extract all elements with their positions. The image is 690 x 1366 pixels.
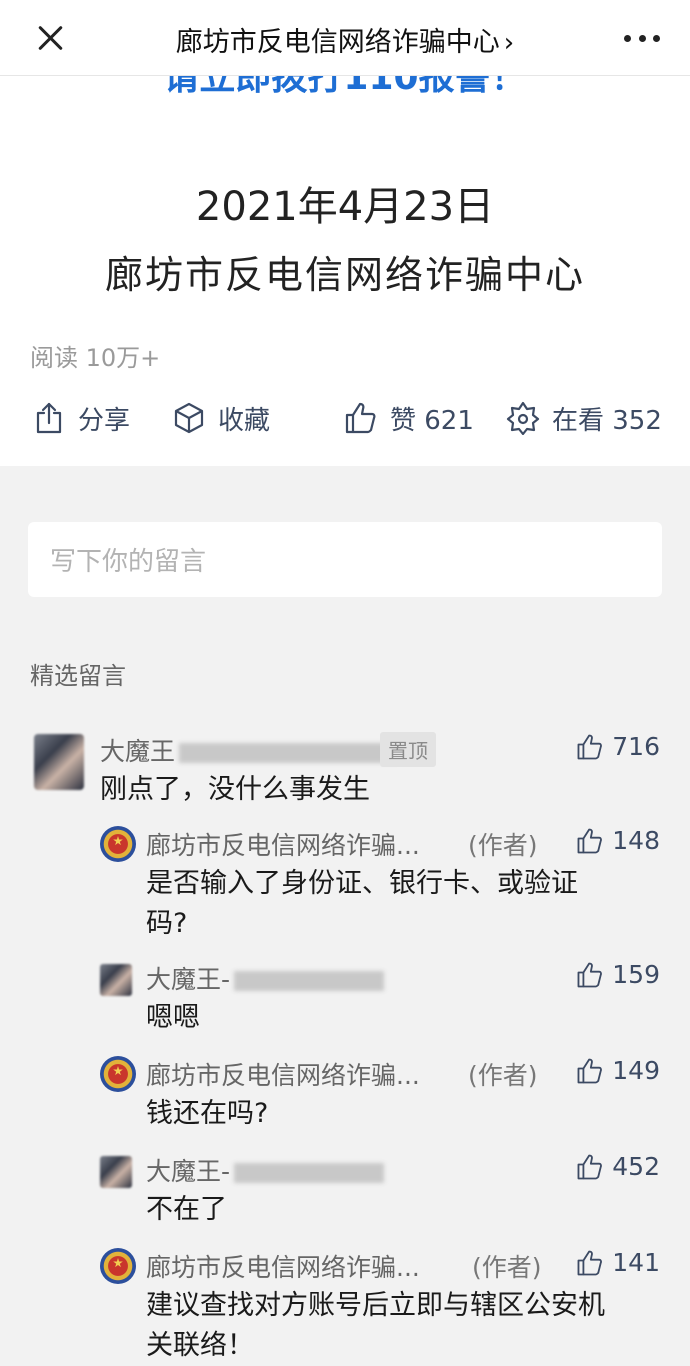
comment-like-button[interactable]: 148 [576, 826, 660, 855]
comment-like-button[interactable]: 452 [576, 1152, 660, 1181]
favorite-button[interactable]: 收藏 [172, 394, 270, 442]
wow-label: 在看 352 [552, 405, 662, 436]
reply-text-line1: 是否输入了身份证、银行卡、或验证 [146, 868, 578, 899]
reply-text-line2: 关联络！ [146, 1330, 254, 1361]
top-bar: 廊坊市反电信网络诈骗中心 › [0, 0, 690, 76]
comment-author: 大魔王 [100, 732, 400, 768]
thumbs-up-icon [577, 1154, 603, 1179]
police-badge-avatar [100, 826, 136, 862]
favorite-label: 收藏 [218, 405, 271, 436]
comment-input-placeholder: 写下你的留言 [50, 547, 207, 577]
thumbs-up-icon [577, 828, 603, 853]
share-label: 分享 [78, 405, 131, 436]
like-button[interactable]: 赞 621 [344, 394, 474, 442]
article-org-signature: 廊坊市反电信网络诈骗中心 [104, 253, 585, 297]
article-actions: 分享 收藏 赞 621 在看 352 [0, 394, 690, 442]
featured-comments-title: 精选留言 [30, 662, 126, 690]
reply-author: 廊坊市反电信网络诈骗... [146, 831, 420, 860]
author-tag: (作者) [472, 1253, 542, 1282]
reply-text: 嗯嗯 [146, 1002, 200, 1033]
wow-star-icon [506, 401, 540, 435]
comment-text: 刚点了，没什么事发生 [100, 774, 370, 805]
reply-author: 廊坊市反电信网络诈骗... [146, 1061, 420, 1090]
share-button[interactable]: 分享 [32, 394, 130, 442]
account-title: 廊坊市反电信网络诈骗中心 [175, 27, 500, 58]
reply-author: 廊坊市反电信网络诈骗... [146, 1253, 420, 1282]
thumbs-up-icon [577, 962, 603, 987]
more-options-icon[interactable] [624, 26, 660, 50]
cube-icon [174, 402, 204, 434]
share-icon [36, 402, 62, 434]
read-count: 阅读 10万+ [30, 344, 161, 372]
chevron-right-icon: › [503, 28, 515, 58]
reply-text: 钱还在吗? [146, 1098, 269, 1129]
avatar [34, 734, 84, 790]
comment-like-button[interactable]: 716 [576, 732, 660, 761]
author-tag: (作者) [468, 1061, 538, 1090]
article-footer: 请立即拨打110报警！ 2021年4月23日 廊坊市反电信网络诈骗中心 阅读 1… [0, 57, 690, 466]
comment-input[interactable]: 写下你的留言 [28, 522, 662, 597]
article-date: 2021年4月23日 [195, 184, 495, 230]
thumbs-up-icon [577, 1250, 603, 1275]
police-badge-avatar [100, 1248, 136, 1284]
thumbs-up-icon [345, 402, 376, 434]
avatar [100, 1156, 132, 1188]
avatar [100, 964, 132, 996]
pinned-badge: 置顶 [380, 732, 436, 767]
comment-like-button[interactable]: 159 [576, 960, 660, 989]
account-title-link[interactable]: 廊坊市反电信网络诈骗中心 › [0, 20, 690, 59]
reply-author: 大魔王- [146, 1152, 385, 1188]
reply-text: 不在了 [146, 1194, 227, 1225]
police-badge-avatar [100, 1056, 136, 1092]
comment-like-button[interactable]: 141 [576, 1248, 660, 1277]
wow-button[interactable]: 在看 352 [506, 394, 662, 442]
reply-text-line2: 码? [146, 908, 188, 939]
thumbs-up-icon [577, 734, 603, 759]
reply-text-line1: 建议查找对方账号后立即与辖区公安机 [146, 1290, 605, 1321]
like-label: 赞 621 [390, 405, 474, 436]
thumbs-up-icon [577, 1058, 603, 1083]
author-tag: (作者) [468, 831, 538, 860]
reply-author: 大魔王- [146, 960, 385, 996]
comment-like-button[interactable]: 149 [576, 1056, 660, 1085]
